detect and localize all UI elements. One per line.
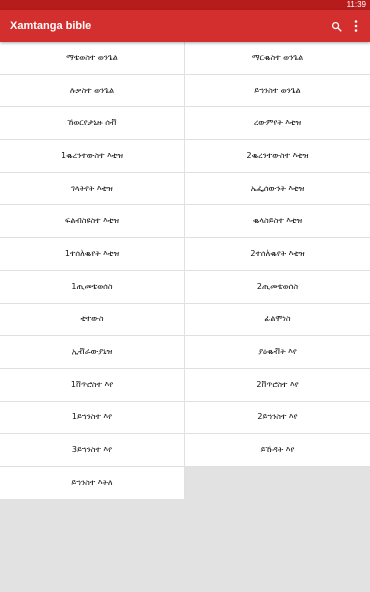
search-icon[interactable] xyxy=(328,18,344,34)
book-item[interactable]: 1ተሰለ፞ቈየት እቲዝ xyxy=(0,238,185,271)
book-item[interactable]: ሉቃስተ ወንጌል xyxy=(0,74,185,108)
book-item[interactable]: ኢቭራውያኒዝ xyxy=(0,336,185,369)
book-item[interactable]: ኸወርየታኒዙ ሰቭ xyxy=(0,107,185,141)
book-item[interactable]: 1ቨጥሮስተ እየ xyxy=(0,368,185,402)
app-bar: Xamtanga bible xyxy=(0,10,370,42)
book-item[interactable]: ይኹዳት እየ xyxy=(185,434,370,467)
book-item[interactable]: 1ይኀንስተ እየ xyxy=(0,401,185,435)
book-item[interactable]: 2ይኀንስተ እየ xyxy=(185,401,370,435)
app-title: Xamtanga bible xyxy=(10,20,92,32)
book-item[interactable]: ያዕቈቭት እየ xyxy=(185,336,370,369)
book-item[interactable]: ፊልሞነስ xyxy=(185,303,370,337)
book-item[interactable]: ኤፌሰውንት እቲዝ xyxy=(185,172,370,206)
book-item[interactable]: ማቴወስተ ወንጌል xyxy=(0,42,185,75)
books-grid: ማቴወስተ ወንጌል ማርቈስተ ወንጌል ሉቃስተ ወንጌል ይኀንስተ ወንጌል ኸ… xyxy=(0,42,370,500)
book-item[interactable]: 3ይኀንስተ እየ xyxy=(0,434,185,467)
book-item[interactable]: ፍልብስዩስተ እቲዝ xyxy=(0,205,185,239)
book-item[interactable]: 2ቨጥሮስተ እየ xyxy=(185,368,370,402)
book-item[interactable]: ይኀንስተ እትለ xyxy=(0,466,185,500)
book-item[interactable]: ይኀንስተ ወንጌል xyxy=(185,74,370,108)
status-time: 11:39 xyxy=(346,0,366,9)
book-item[interactable]: 2ጢመቴወሰስ xyxy=(185,270,370,304)
book-item[interactable]: ቈላስይስተ እቲዝ xyxy=(185,205,370,239)
more-vert-icon[interactable] xyxy=(348,18,364,34)
book-item[interactable]: ገላትየት እቲዝ xyxy=(0,172,185,206)
book-item[interactable]: ረውምየት እቲዝ xyxy=(185,107,370,141)
book-item[interactable]: 2ቈረንተውስተ እቲዝ xyxy=(185,140,370,173)
status-bar: 11:39 xyxy=(0,0,370,10)
book-item[interactable]: 1ቈረንተውስተ እቲዝ xyxy=(0,140,185,173)
book-item[interactable]: ማርቈስተ ወንጌል xyxy=(185,42,370,75)
book-item[interactable]: 1ጢመቴወሰስ xyxy=(0,270,185,304)
book-item[interactable]: 2ተሰለ፞ቈየት እቲዝ xyxy=(185,238,370,271)
book-item[interactable]: ቲተውስ xyxy=(0,303,185,337)
